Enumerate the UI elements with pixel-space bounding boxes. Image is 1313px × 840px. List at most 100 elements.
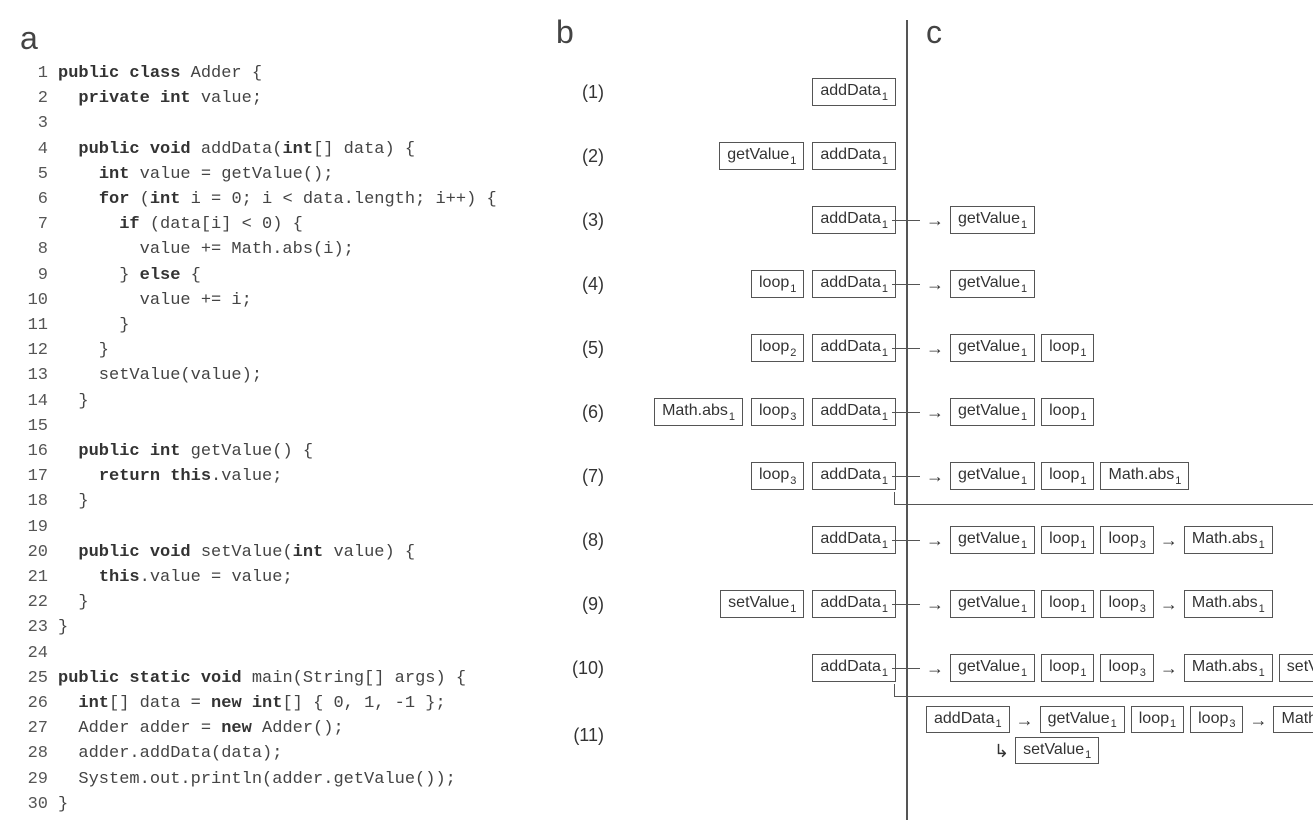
step-number: (7): [556, 466, 604, 487]
steps-container: (1) addData1 (2) getValue1 addData1 (3) addDat…: [556, 66, 1313, 764]
step-number: (11): [556, 725, 604, 746]
code-line: 11 }: [20, 313, 540, 338]
graph-node: loop3: [1100, 654, 1153, 681]
graph-node: loop3: [1100, 526, 1153, 553]
graph-node: addData1: [812, 398, 896, 425]
right-arrow-icon: →: [926, 339, 944, 357]
graph-node: addData1: [812, 334, 896, 361]
right-arrow-icon: →: [926, 531, 944, 549]
graph-area: →getValue1: [926, 270, 1035, 297]
graph-line: →getValue1loop1loop3→Math.abs1: [926, 590, 1273, 617]
code-line: 3: [20, 111, 540, 136]
connector-line: [892, 476, 920, 477]
step-row: (6)Math.abs1loop3addData1→getValue1loop1: [556, 386, 1313, 438]
graph-area: →getValue1loop1loop3→Math.abs1: [926, 526, 1273, 553]
graph-node: getValue1: [950, 398, 1035, 425]
graph-node: getValue1: [719, 142, 804, 169]
right-arrow-icon: →: [926, 211, 944, 229]
graph-node: Math.abs1: [654, 398, 743, 425]
graph-area: →getValue1loop1: [926, 334, 1094, 361]
graph-node: Math.abs1: [1184, 654, 1273, 681]
graph-node: Math.abs1: [1184, 590, 1273, 617]
code-line: 19: [20, 515, 540, 540]
graph-node: Math.abs1: [1273, 706, 1313, 733]
wrap-arrow: [894, 492, 1313, 505]
graph-node: loop3: [751, 398, 804, 425]
panel-a: a 1public class Adder {2 private int val…: [20, 20, 540, 820]
graph-area: →getValue1loop1loop3→Math.abs1: [926, 590, 1273, 617]
graph-node: loop3: [1100, 590, 1153, 617]
stack-area: addData1: [610, 78, 896, 105]
code-line: 17 return this.value;: [20, 464, 540, 489]
stack-area: loop2addData1: [610, 334, 896, 361]
graph-node: addData1: [812, 462, 896, 489]
code-line: 23}: [20, 615, 540, 640]
graph-line: →getValue1loop1loop3→Math.abs1: [926, 526, 1273, 553]
code-line: 7 if (data[i] < 0) {: [20, 212, 540, 237]
code-line: 13 setValue(value);: [20, 363, 540, 388]
step-row: (7) loop3addData1 →getValue1loop1Math.abs1…: [556, 450, 1313, 502]
graph-area: addData1→getValue1loop1loop3→Math.abs1↳s…: [926, 706, 1313, 764]
code-line: 29 System.out.println(adder.getValue());: [20, 767, 540, 792]
code-line: 28 adder.addData(data);: [20, 741, 540, 766]
step-number: (4): [556, 274, 604, 295]
connector-line: [892, 668, 920, 669]
graph-node: getValue1: [950, 334, 1035, 361]
code-line: 15: [20, 414, 540, 439]
graph-node: getValue1: [950, 462, 1035, 489]
graph-node: loop1: [1131, 706, 1184, 733]
step-number: (2): [556, 146, 604, 167]
panel-a-label: a: [20, 20, 540, 57]
stack-area: getValue1 addData1: [610, 142, 896, 169]
graph-node: Math.abs1: [1100, 462, 1189, 489]
code-line: 8 value += Math.abs(i);: [20, 237, 540, 262]
graph-node: loop1: [751, 270, 804, 297]
step-number: (1): [556, 82, 604, 103]
connector-line: [892, 348, 920, 349]
code-line: 12 }: [20, 338, 540, 363]
stack-area: loop3addData1: [610, 462, 896, 489]
right-arrow-icon: →: [1160, 595, 1178, 613]
graph-node: getValue1: [950, 526, 1035, 553]
step-row: (4) loop1addData1 →getValue1: [556, 258, 1313, 310]
code-line: 10 value += i;: [20, 288, 540, 313]
graph-line: →getValue1loop1loop3→Math.abs1setValue1: [926, 654, 1313, 681]
code-line: 2 private int value;: [20, 86, 540, 111]
right-arrow-icon: →: [926, 595, 944, 613]
connector-line: [892, 604, 920, 605]
graph-line: →getValue1: [926, 270, 1035, 297]
graph-node: loop1: [1041, 654, 1094, 681]
step-row: (1) addData1: [556, 66, 1313, 118]
step-row: (5)loop2addData1→getValue1loop1: [556, 322, 1313, 374]
code-line: 9 } else {: [20, 263, 540, 288]
right-arrow-icon: →: [926, 403, 944, 421]
graph-node: addData1: [812, 78, 896, 105]
wrap-arrow: [894, 684, 1313, 697]
graph-node: loop1: [1041, 462, 1094, 489]
graph-node: loop3: [1190, 706, 1243, 733]
step-number: (3): [556, 210, 604, 231]
graph-node: addData1: [812, 526, 896, 553]
step-number: (10): [556, 658, 604, 679]
graph-node: getValue1: [1040, 706, 1125, 733]
stack-area: loop1addData1: [610, 270, 896, 297]
stack-area: addData1: [610, 206, 896, 233]
graph-node: addData1: [812, 142, 896, 169]
graph-line: →getValue1loop1: [926, 334, 1094, 361]
code-line: 30}: [20, 792, 540, 817]
graph-area: →getValue1loop1Math.abs1: [926, 462, 1189, 489]
graph-node: Math.abs1: [1184, 526, 1273, 553]
graph-node: loop1: [1041, 526, 1094, 553]
graph-node: getValue1: [950, 206, 1035, 233]
step-row: (2) getValue1 addData1: [556, 130, 1313, 182]
step-number: (8): [556, 530, 604, 551]
graph-area: →getValue1loop1loop3→Math.abs1setValue1: [926, 654, 1313, 681]
code-line: 21 this.value = value;: [20, 565, 540, 590]
code-line: 1public class Adder {: [20, 61, 540, 86]
panel-c-label: c: [926, 14, 942, 51]
right-arrow-icon: →: [1160, 659, 1178, 677]
code-line: 4 public void addData(int[] data) {: [20, 137, 540, 162]
connector-line: [892, 284, 920, 285]
right-arrow-icon: →: [1249, 711, 1267, 729]
graph-node: setValue1: [1279, 654, 1313, 681]
